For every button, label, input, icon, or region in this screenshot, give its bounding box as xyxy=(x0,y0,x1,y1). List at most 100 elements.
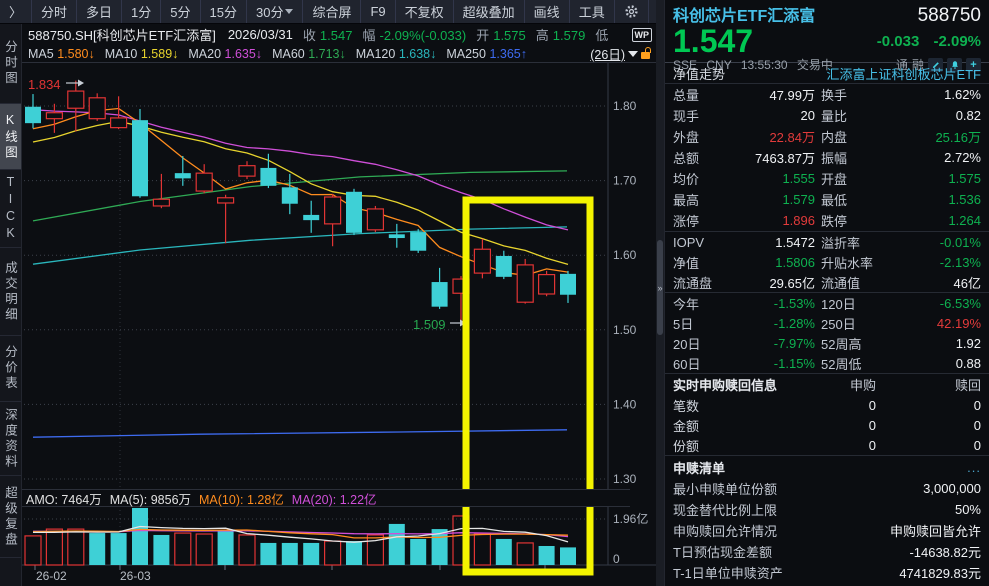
top-toolbar: 〉分时多日1分5分15分30分 综合屏F9不复权超级叠加画线工具?〉 xyxy=(0,0,656,24)
stat-label: 跌停 xyxy=(815,211,901,230)
sidebar-tab-kline-chart[interactable]: K线图 xyxy=(0,104,21,170)
field-label: 低 xyxy=(595,28,608,43)
volume-bar-down xyxy=(153,535,169,565)
sidebar-tab-price-table[interactable]: 分价表 xyxy=(0,336,21,402)
toolbar-item-gongju[interactable]: 工具 xyxy=(570,0,615,23)
sidebar-tab-depth-info[interactable]: 深度资料 xyxy=(0,402,21,476)
candle-body-up xyxy=(153,199,169,206)
candle-body-up xyxy=(239,166,255,176)
toolbar-item-m1[interactable]: 1分 xyxy=(122,0,161,23)
ma60-line xyxy=(33,171,567,221)
subscription-row: 份额00 xyxy=(665,435,989,455)
annotation-arrowhead xyxy=(78,80,84,87)
toolbar-item-duori[interactable]: 多日 xyxy=(77,0,122,23)
volume-bar-down xyxy=(260,543,276,565)
price-annotation: 1.834 xyxy=(28,77,61,92)
field-value: 1.575 xyxy=(493,28,526,43)
kline-chart-canvas[interactable]: 1.801.701.601.501.401.301.96亿026-0226-03… xyxy=(22,63,656,586)
toolbar-item-back[interactable]: 〉 xyxy=(0,0,32,23)
ma-legend-ma120: MA120 1.638↓ xyxy=(356,47,437,61)
stat-value: 1.579 xyxy=(735,192,815,207)
stat-label: 总量 xyxy=(673,85,735,104)
stat-label: 52周高 xyxy=(815,334,901,353)
toolbar-item-f9[interactable]: F9 xyxy=(361,0,395,23)
gear-icon xyxy=(624,4,639,19)
list-value: 4741829.83元 xyxy=(899,563,981,582)
sidebar-tab-minute-chart[interactable]: 分时图 xyxy=(0,24,21,104)
stat-value: -1.28% xyxy=(735,316,815,331)
toolbar-item-m5[interactable]: 5分 xyxy=(161,0,200,23)
stat-value: -1.15% xyxy=(735,356,815,371)
stat-label: 升贴水率 xyxy=(815,253,901,272)
toolbar-item-m30[interactable]: 30分 xyxy=(247,0,303,23)
toolbar-item-zongheping[interactable]: 综合屏 xyxy=(303,0,361,23)
toolbar-item-settings[interactable] xyxy=(615,0,649,23)
splitter-handle[interactable]: » xyxy=(657,240,663,335)
stat-value: 0.88 xyxy=(901,356,981,371)
subscribe-col-header: 申购 xyxy=(796,375,876,394)
toolbar-item-chaojidiejia[interactable]: 超级叠加 xyxy=(454,0,525,23)
candle-body-up xyxy=(111,118,127,128)
period-label[interactable]: (26日) xyxy=(590,44,625,63)
fund-full-name: 汇添富上证科创板芯片ETF xyxy=(826,64,981,83)
amo-indicator-value: MA(10): 1.28亿 xyxy=(199,489,284,508)
stat-value: -1.53% xyxy=(735,296,815,311)
fund-code: 588750 xyxy=(918,5,981,27)
ma-legend-bar: MA5 1.580↓MA10 1.589↓MA20 1.635↓MA60 1.7… xyxy=(22,45,656,62)
candle-body-down xyxy=(389,234,405,238)
amo-indicator-value: AMO: 7464万 xyxy=(26,489,102,508)
candle-body-up xyxy=(325,197,341,224)
wp-window-badge[interactable]: WP xyxy=(632,28,653,42)
stat-label: 52周低 xyxy=(815,354,901,373)
y-axis-label: 1.60 xyxy=(613,248,637,262)
list-label: T日预估现金差额 xyxy=(673,542,772,561)
stat-row: 净值1.5806升贴水率-2.13% xyxy=(665,252,989,272)
period-selector[interactable]: (26日) xyxy=(590,44,656,63)
toolbar-item-m15[interactable]: 15分 xyxy=(201,0,247,23)
candle-body-up xyxy=(89,98,105,119)
y-axis-label: 1.50 xyxy=(613,323,637,337)
subscription-title: 实时申购赎回信息 xyxy=(673,375,796,394)
volume-bar-down xyxy=(218,531,234,565)
candle-body-down xyxy=(25,107,41,123)
candle-body-up xyxy=(218,198,234,203)
candle-body-down xyxy=(560,274,576,295)
ma250-line xyxy=(33,430,567,437)
x-axis-label: 26-03 xyxy=(120,569,151,583)
y-axis-label: 1.40 xyxy=(613,397,637,411)
stat-label: 最高 xyxy=(673,190,735,209)
more-ellipsis[interactable]: ... xyxy=(967,460,981,475)
stat-row: 今年-1.53%120日-6.53% xyxy=(665,293,989,313)
creation-list-row: 申购赎回允许情况申购赎回皆允许 xyxy=(665,520,989,541)
toolbar-item-fenshi[interactable]: 分时 xyxy=(32,0,77,23)
nav-trend-row[interactable]: 净值走势 汇添富上证科创板芯片ETF xyxy=(665,63,989,84)
change-pct: -2.09% xyxy=(933,33,981,50)
field-value: 1.579 xyxy=(553,28,586,43)
stat-label: 外盘 xyxy=(673,127,735,146)
ma-legend-ma5: MA5 1.580↓ xyxy=(28,47,95,61)
toolbar-item-bufuquan[interactable]: 不复权 xyxy=(396,0,454,23)
list-value: -14638.82元 xyxy=(909,542,981,561)
sub-label: 金额 xyxy=(673,416,796,435)
stat-label: 涨停 xyxy=(673,211,735,230)
dropdown-caret-icon xyxy=(285,9,293,14)
stat-value: -7.97% xyxy=(735,336,815,351)
app-window: 〉分时多日1分5分15分30分 综合屏F9不复权超级叠加画线工具?〉 分时图K线… xyxy=(0,0,989,586)
toolbar-item-huaxian[interactable]: 画线 xyxy=(525,0,570,23)
sidebar-tab-super-replay[interactable]: 超级复盘 xyxy=(0,476,21,558)
stat-label: 现手 xyxy=(673,106,735,125)
volume-bar-down xyxy=(346,541,362,565)
volume-bar-down xyxy=(539,546,555,565)
unlock-icon[interactable] xyxy=(641,47,652,60)
stat-label: 今年 xyxy=(673,294,735,313)
stat-row: 总量47.99万换手1.62% xyxy=(665,84,989,105)
volume-bar-down xyxy=(303,543,319,565)
creation-list-row: 现金替代比例上限50% xyxy=(665,499,989,520)
sidebar-tab-tick[interactable]: TICK xyxy=(0,170,21,248)
list-value: 50% xyxy=(955,502,981,517)
volume-bar-down xyxy=(560,547,576,565)
left-sidebar: 分时图K线图TICK成交明细分价表深度资料超级复盘 xyxy=(0,24,22,586)
stat-label: 总额 xyxy=(673,148,735,167)
sidebar-tab-trade-detail[interactable]: 成交明细 xyxy=(0,248,21,336)
creation-list-row: T-1日单位申赎资产4741829.83元 xyxy=(665,562,989,583)
